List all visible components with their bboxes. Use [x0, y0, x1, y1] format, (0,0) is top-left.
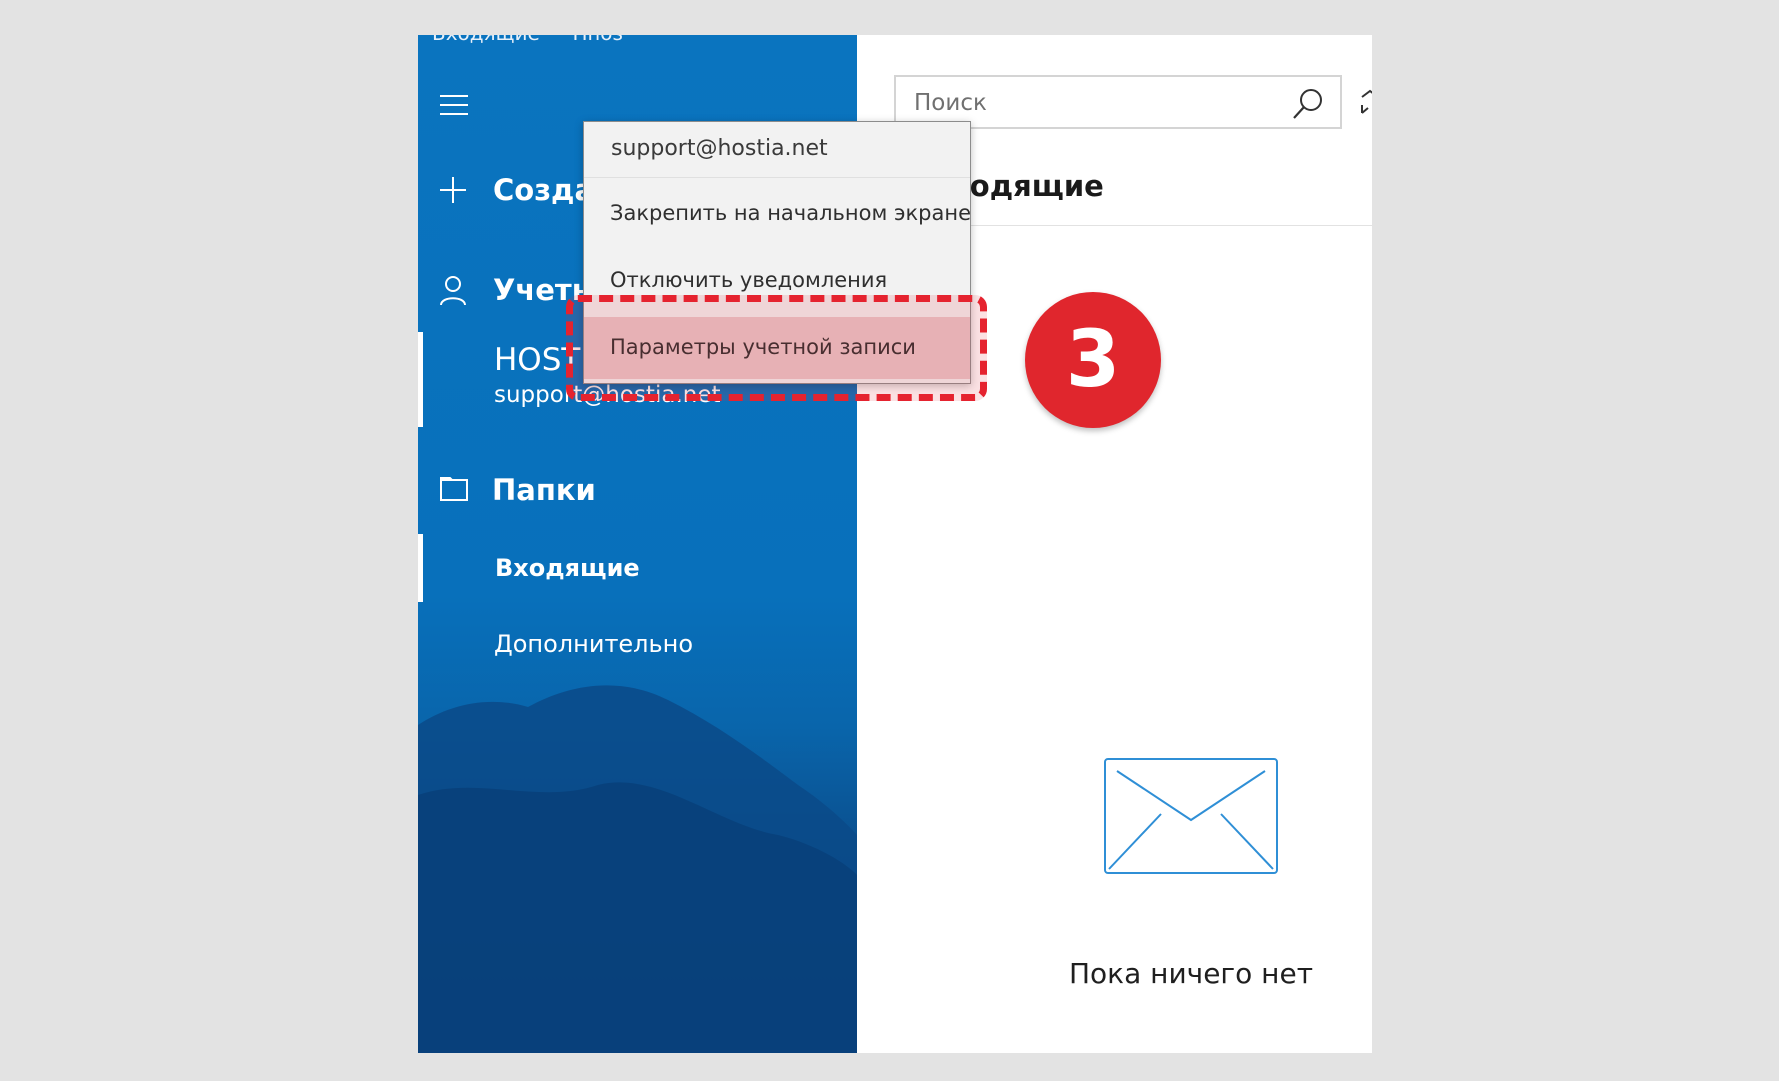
person-icon — [440, 276, 466, 306]
selection-indicator — [418, 332, 423, 427]
folder-item-inbox[interactable]: Входящие — [418, 534, 857, 602]
search-input[interactable] — [912, 85, 1256, 121]
menu-item-label: Закрепить на начальном экране — [610, 201, 972, 225]
empty-message: Пока ничего нет — [1068, 957, 1313, 990]
highlight-annotation — [566, 295, 987, 401]
sync-icon[interactable] — [1358, 87, 1372, 117]
folder-label: Дополнительно — [494, 630, 694, 658]
menu-item-pin-to-start[interactable]: Закрепить на начальном экране — [584, 183, 972, 245]
folder-icon — [440, 477, 468, 501]
folder-item-more[interactable]: Дополнительно — [418, 620, 857, 676]
folder-label: Входящие — [495, 554, 640, 582]
search-icon[interactable] — [1291, 87, 1325, 121]
selection-indicator — [418, 534, 423, 602]
window-title: Входящие — Hnos — [432, 35, 623, 45]
folders-label: Папки — [492, 473, 596, 507]
menu-item-label: Отключить уведомления — [610, 268, 888, 292]
menu-separator — [584, 177, 970, 178]
hamburger-icon[interactable] — [440, 93, 468, 117]
folders-header[interactable]: Папки — [440, 473, 850, 513]
envelope-icon — [1104, 758, 1278, 874]
menu-header: support@hostia.net — [611, 136, 828, 161]
step-badge: 3 — [1025, 292, 1161, 428]
plus-icon — [440, 177, 466, 203]
